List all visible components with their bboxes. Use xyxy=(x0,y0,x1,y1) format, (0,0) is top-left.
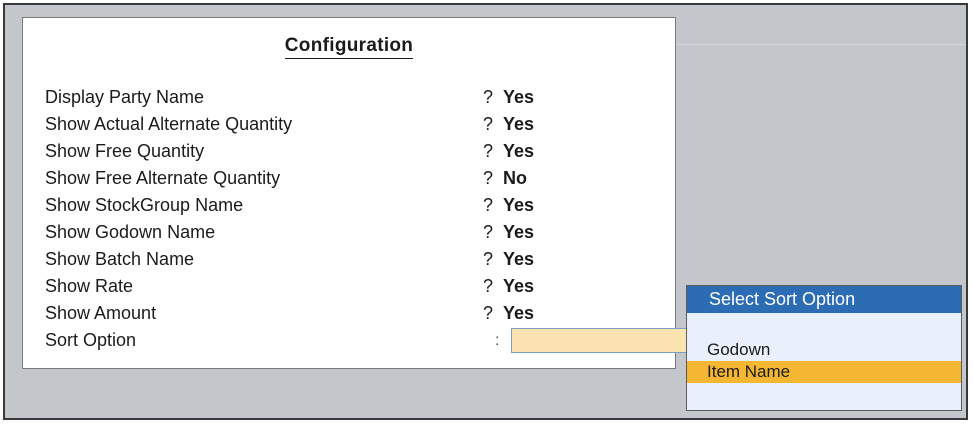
config-row-display-party-name[interactable]: Display Party Name ? Yes xyxy=(45,84,665,111)
config-row-question: ? xyxy=(483,114,494,134)
config-row-value[interactable]: Yes xyxy=(503,300,534,327)
config-row-value[interactable]: Yes xyxy=(503,246,534,273)
config-row-value[interactable]: Yes xyxy=(503,84,534,111)
sort-option-colon: : xyxy=(495,332,500,349)
sort-option-label: Sort Option xyxy=(45,330,137,350)
popup-title: Select Sort Option xyxy=(687,286,961,313)
config-row-value[interactable]: Yes xyxy=(503,192,534,219)
config-row-question: ? xyxy=(483,303,494,323)
config-row-value[interactable]: Yes xyxy=(503,111,534,138)
config-row-value[interactable]: No xyxy=(503,165,527,192)
sort-option-item-name[interactable]: Item Name xyxy=(687,361,961,383)
configuration-panel: Configuration Display Party Name ? Yes S… xyxy=(22,17,697,369)
config-row-show-godown-name[interactable]: Show Godown Name ? Yes xyxy=(45,219,665,246)
config-row-question: ? xyxy=(483,249,494,269)
background-divider xyxy=(673,44,966,45)
app-screen: Configuration Display Party Name ? Yes S… xyxy=(3,3,968,420)
config-row-show-stockgroup-name[interactable]: Show StockGroup Name ? Yes xyxy=(45,192,665,219)
config-title: Configuration xyxy=(23,35,675,59)
config-row-label: Show StockGroup Name xyxy=(45,195,244,215)
config-row-show-free-alternate-quantity[interactable]: Show Free Alternate Quantity ? No xyxy=(45,165,665,192)
config-row-label: Display Party Name xyxy=(45,87,205,107)
config-row-label: Show Amount xyxy=(45,303,157,323)
config-title-text: Configuration xyxy=(284,35,414,59)
config-row-value[interactable]: Yes xyxy=(503,273,534,300)
config-row-label: Show Actual Alternate Quantity xyxy=(45,114,293,134)
select-sort-option-popup: Select Sort Option Godown Item Name xyxy=(686,285,962,411)
config-rows: Display Party Name ? Yes Show Actual Alt… xyxy=(45,84,697,354)
config-row-show-actual-alternate-quantity[interactable]: Show Actual Alternate Quantity ? Yes xyxy=(45,111,665,138)
sort-option-godown[interactable]: Godown xyxy=(687,339,961,361)
config-row-show-rate[interactable]: Show Rate ? Yes xyxy=(45,273,665,300)
config-row-sort-option[interactable]: Sort Option : xyxy=(45,327,697,354)
config-row-show-batch-name[interactable]: Show Batch Name ? Yes xyxy=(45,246,665,273)
config-row-question: ? xyxy=(483,141,494,161)
config-row-question: ? xyxy=(483,87,494,107)
config-row-label: Show Free Alternate Quantity xyxy=(45,168,281,188)
config-row-show-free-quantity[interactable]: Show Free Quantity ? Yes xyxy=(45,138,665,165)
config-row-label: Show Batch Name xyxy=(45,249,195,269)
config-row-question: ? xyxy=(483,276,494,296)
config-row-label: Show Free Quantity xyxy=(45,141,205,161)
sort-option-list: Godown Item Name xyxy=(687,339,961,383)
config-row-question: ? xyxy=(483,222,494,242)
config-row-question: ? xyxy=(483,168,494,188)
config-row-question: ? xyxy=(483,195,494,215)
config-row-value[interactable]: Yes xyxy=(503,219,534,246)
config-row-show-amount[interactable]: Show Amount ? Yes xyxy=(45,300,665,327)
config-row-label: Show Godown Name xyxy=(45,222,216,242)
sort-option-input[interactable] xyxy=(511,328,697,353)
config-row-value[interactable]: Yes xyxy=(503,138,534,165)
config-row-label: Show Rate xyxy=(45,276,134,296)
